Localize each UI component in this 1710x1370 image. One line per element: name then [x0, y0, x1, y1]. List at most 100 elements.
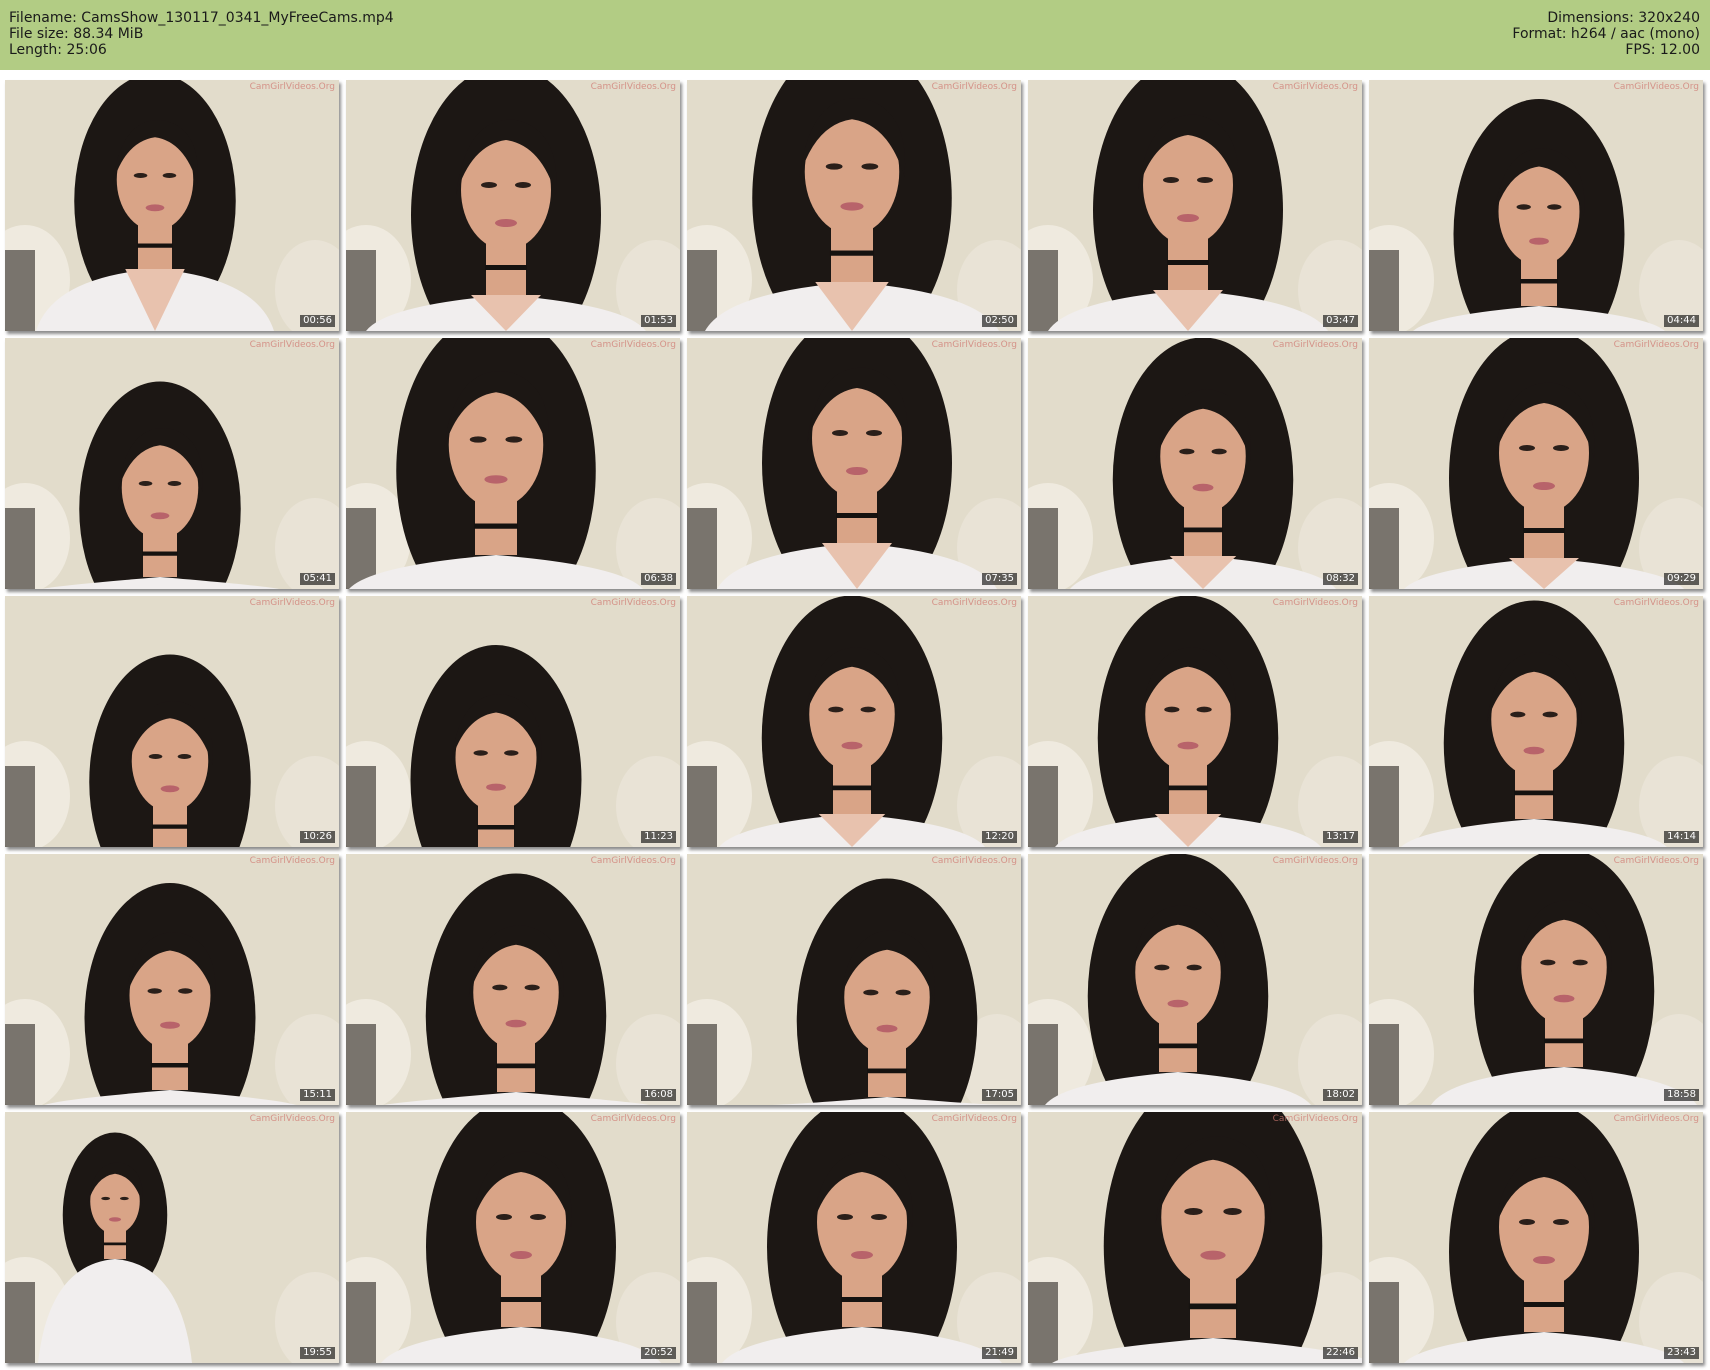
video-thumbnail: CamGirlVideos.Org 11:23 [346, 596, 680, 847]
video-thumbnail: CamGirlVideos.Org 17:05 [687, 854, 1021, 1105]
video-thumbnail: CamGirlVideos.Org 12:20 [687, 596, 1021, 847]
video-frame-image [1028, 854, 1362, 1105]
timestamp-label: 22:46 [1323, 1347, 1358, 1359]
watermark-text: CamGirlVideos.Org [1613, 598, 1699, 608]
video-thumbnail: CamGirlVideos.Org 10:26 [5, 596, 339, 847]
video-frame-image [346, 854, 680, 1105]
watermark-text: CamGirlVideos.Org [1613, 1114, 1699, 1124]
timestamp-label: 07:35 [982, 573, 1017, 585]
video-thumbnail: CamGirlVideos.Org 09:29 [1369, 338, 1703, 589]
video-frame-image [5, 596, 339, 847]
watermark-text: CamGirlVideos.Org [931, 856, 1017, 866]
video-frame-image [1028, 1112, 1362, 1363]
timestamp-label: 13:17 [1323, 831, 1358, 843]
file-size-text: File size: 88.34 MiB [9, 26, 144, 42]
timestamp-label: 18:58 [1664, 1089, 1699, 1101]
video-frame-image [1369, 596, 1703, 847]
watermark-text: CamGirlVideos.Org [590, 1114, 676, 1124]
video-thumbnail: CamGirlVideos.Org 13:17 [1028, 596, 1362, 847]
video-thumbnail: CamGirlVideos.Org 02:50 [687, 80, 1021, 331]
timestamp-label: 16:08 [641, 1089, 676, 1101]
video-frame-image [687, 80, 1021, 331]
video-frame-image [687, 338, 1021, 589]
video-frame-image [687, 596, 1021, 847]
video-frame-image [1369, 80, 1703, 331]
filename-text: Filename: CamsShow_130117_0341_MyFreeCam… [9, 10, 394, 26]
video-frame-image [346, 80, 680, 331]
timestamp-label: 21:49 [982, 1347, 1017, 1359]
info-header: Filename: CamsShow_130117_0341_MyFreeCam… [0, 0, 1710, 70]
video-frame-image [687, 1112, 1021, 1363]
timestamp-label: 20:52 [641, 1347, 676, 1359]
video-frame-image [5, 338, 339, 589]
video-thumbnail: CamGirlVideos.Org 01:53 [346, 80, 680, 331]
format-text: Format: h264 / aac (mono) [1512, 26, 1700, 42]
video-thumbnail: CamGirlVideos.Org 14:14 [1369, 596, 1703, 847]
video-thumbnail: CamGirlVideos.Org 18:02 [1028, 854, 1362, 1105]
video-frame-image [1369, 854, 1703, 1105]
file-info: Filename: CamsShow_130117_0341_MyFreeCam… [9, 10, 394, 58]
watermark-text: CamGirlVideos.Org [1613, 82, 1699, 92]
dimensions-text: Dimensions: 320x240 [1547, 10, 1700, 26]
video-frame-image [5, 80, 339, 331]
timestamp-label: 06:38 [641, 573, 676, 585]
timestamp-label: 12:20 [982, 831, 1017, 843]
fps-text: FPS: 12.00 [1625, 42, 1700, 58]
watermark-text: CamGirlVideos.Org [931, 598, 1017, 608]
watermark-text: CamGirlVideos.Org [249, 340, 335, 350]
timestamp-label: 15:11 [300, 1089, 335, 1101]
video-thumbnail: CamGirlVideos.Org 15:11 [5, 854, 339, 1105]
watermark-text: CamGirlVideos.Org [249, 1114, 335, 1124]
video-frame-image [1028, 338, 1362, 589]
video-thumbnail: CamGirlVideos.Org 08:32 [1028, 338, 1362, 589]
watermark-text: CamGirlVideos.Org [249, 598, 335, 608]
video-thumbnail: CamGirlVideos.Org 07:35 [687, 338, 1021, 589]
watermark-text: CamGirlVideos.Org [590, 856, 676, 866]
timestamp-label: 03:47 [1323, 315, 1358, 327]
timestamp-label: 10:26 [300, 831, 335, 843]
video-frame-image [1028, 80, 1362, 331]
watermark-text: CamGirlVideos.Org [1272, 598, 1358, 608]
length-text: Length: 25:06 [9, 42, 107, 58]
timestamp-label: 17:05 [982, 1089, 1017, 1101]
watermark-text: CamGirlVideos.Org [1613, 340, 1699, 350]
watermark-text: CamGirlVideos.Org [249, 856, 335, 866]
watermark-text: CamGirlVideos.Org [931, 82, 1017, 92]
video-thumbnail: CamGirlVideos.Org 06:38 [346, 338, 680, 589]
watermark-text: CamGirlVideos.Org [590, 82, 676, 92]
thumbnail-grid: CamGirlVideos.Org 00:56 CamGirlVideos.Org 0… [0, 70, 1710, 1370]
watermark-text: CamGirlVideos.Org [590, 340, 676, 350]
timestamp-label: 05:41 [300, 573, 335, 585]
video-frame-image [1369, 1112, 1703, 1363]
video-thumbnail: CamGirlVideos.Org 03:47 [1028, 80, 1362, 331]
timestamp-label: 08:32 [1323, 573, 1358, 585]
video-frame-image [5, 1112, 339, 1363]
timestamp-label: 18:02 [1323, 1089, 1358, 1101]
watermark-text: CamGirlVideos.Org [1272, 340, 1358, 350]
video-thumbnail: CamGirlVideos.Org 20:52 [346, 1112, 680, 1363]
video-frame-image [346, 338, 680, 589]
video-thumbnail: CamGirlVideos.Org 05:41 [5, 338, 339, 589]
watermark-text: CamGirlVideos.Org [590, 598, 676, 608]
watermark-text: CamGirlVideos.Org [1272, 82, 1358, 92]
video-thumbnail: CamGirlVideos.Org 18:58 [1369, 854, 1703, 1105]
video-thumbnail: CamGirlVideos.Org 23:43 [1369, 1112, 1703, 1363]
video-frame-image [1369, 338, 1703, 589]
watermark-text: CamGirlVideos.Org [1613, 856, 1699, 866]
video-frame-image [1028, 596, 1362, 847]
timestamp-label: 09:29 [1664, 573, 1699, 585]
watermark-text: CamGirlVideos.Org [1272, 856, 1358, 866]
timestamp-label: 02:50 [982, 315, 1017, 327]
watermark-text: CamGirlVideos.Org [1272, 1114, 1358, 1124]
timestamp-label: 11:23 [641, 831, 676, 843]
video-frame-image [346, 1112, 680, 1363]
video-frame-image [346, 596, 680, 847]
timestamp-label: 01:53 [641, 315, 676, 327]
video-frame-image [687, 854, 1021, 1105]
timestamp-label: 00:56 [300, 315, 335, 327]
video-thumbnail: CamGirlVideos.Org 04:44 [1369, 80, 1703, 331]
watermark-text: CamGirlVideos.Org [249, 82, 335, 92]
video-thumbnail: CamGirlVideos.Org 16:08 [346, 854, 680, 1105]
timestamp-label: 14:14 [1664, 831, 1699, 843]
video-thumbnail: CamGirlVideos.Org 22:46 [1028, 1112, 1362, 1363]
